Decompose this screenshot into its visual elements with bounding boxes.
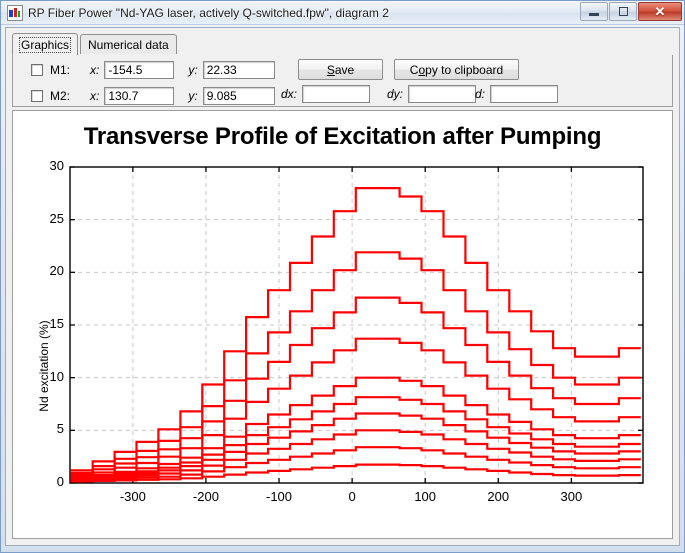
dy-group: dy: <box>387 85 477 103</box>
window-controls: ✕ <box>580 2 682 21</box>
y-tick-label: 10 <box>49 368 64 384</box>
x-tick-label: -200 <box>192 489 219 504</box>
minimize-button[interactable] <box>580 2 608 21</box>
copy-to-clipboard-button[interactable]: Co py to clipboard <box>394 59 519 80</box>
dx-group: dx: <box>281 85 371 103</box>
m2-x-label: x: <box>90 89 100 103</box>
dx-label: dx: <box>281 87 298 101</box>
m1-y-input[interactable]: 22.33 <box>202 61 275 79</box>
y-tick-label: 25 <box>49 210 64 226</box>
m1-y-label: y: <box>188 63 198 77</box>
tab-numerical-data-label: Numerical data <box>88 37 169 52</box>
y-tick-label: 5 <box>56 421 64 437</box>
app-icon <box>7 4 23 21</box>
y-tick-label: 30 <box>49 158 64 173</box>
x-tick-label: 0 <box>348 489 356 504</box>
m1-x-input[interactable]: -154.5 <box>104 61 175 79</box>
chart-panel[interactable]: Transverse Profile of Excitation after P… <box>12 110 673 539</box>
save-button-accel: S <box>326 62 335 77</box>
x-tick-label: -300 <box>119 489 146 504</box>
tab-graphics[interactable]: Graphics <box>12 33 79 55</box>
m2-label: M2: <box>50 89 71 103</box>
tab-strip: Graphics Numerical data <box>12 33 679 55</box>
copy-button-post: py to clipboard <box>425 62 504 77</box>
dy-input[interactable] <box>408 85 477 103</box>
save-button-post: ave <box>334 62 355 77</box>
d-label: d: <box>475 87 486 101</box>
x-tick-label: -100 <box>266 489 293 504</box>
close-button[interactable]: ✕ <box>638 2 682 21</box>
x-tick-label: 200 <box>487 489 510 504</box>
m1-label: M1: <box>50 63 71 77</box>
minimize-icon <box>589 13 599 16</box>
maximize-button[interactable] <box>609 2 637 21</box>
m1-checkbox[interactable] <box>31 64 43 76</box>
application-window: RP Fiber Power "Nd-YAG laser, actively Q… <box>0 0 685 553</box>
dx-input[interactable] <box>302 85 371 103</box>
save-button[interactable]: Save <box>298 59 383 80</box>
d-input[interactable] <box>490 85 559 103</box>
title-bar: RP Fiber Power "Nd-YAG laser, actively Q… <box>1 1 684 25</box>
m2-x-input[interactable]: 130.7 <box>104 87 175 105</box>
client-area: Graphics Numerical data M1: x: -154.5 y:… <box>5 27 680 546</box>
d-group: d: <box>475 85 559 103</box>
dy-label: dy: <box>387 87 404 101</box>
m2-checkbox[interactable] <box>31 90 43 102</box>
plot-svg <box>69 166 644 484</box>
m2-y-input[interactable]: 9.085 <box>202 87 275 105</box>
tab-graphics-label: Graphics <box>18 36 72 53</box>
x-tick-label: 300 <box>560 489 583 504</box>
m2-y-label: y: <box>188 89 198 103</box>
copy-button-pre: C <box>409 62 419 77</box>
window-title: RP Fiber Power "Nd-YAG laser, actively Q… <box>28 5 389 20</box>
x-tick-label: 100 <box>414 489 437 504</box>
y-tick-label: 20 <box>49 263 64 279</box>
close-icon: ✕ <box>654 4 666 19</box>
y-tick-label: 0 <box>56 474 64 489</box>
maximize-icon <box>618 7 628 16</box>
tab-numerical-data[interactable]: Numerical data <box>80 34 177 54</box>
marker-panel: M1: x: -154.5 y: 22.33 M2: x: 130.7 y: 9… <box>12 55 673 107</box>
y-tick-label: 15 <box>49 316 64 331</box>
m1-x-label: x: <box>90 63 100 77</box>
copy-button-accel: o <box>418 62 426 77</box>
